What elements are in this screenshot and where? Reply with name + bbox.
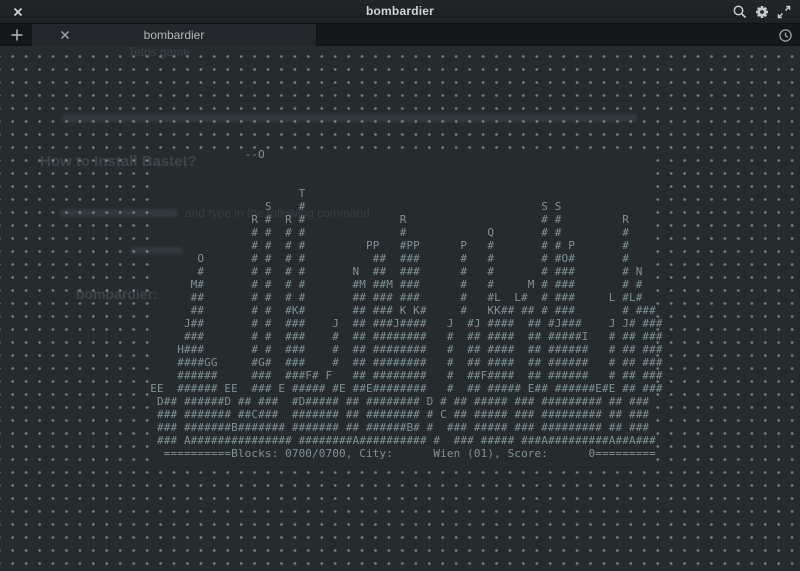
dot-pattern-right — [656, 149, 800, 463]
fullscreen-icon[interactable] — [776, 4, 792, 20]
window-title: bombardier — [0, 4, 800, 18]
tab-bombardier[interactable]: bombardier — [32, 24, 317, 46]
app-window: { "window": { "title": "bombardier" }, "… — [0, 0, 800, 571]
gear-icon[interactable] — [754, 4, 770, 20]
tab-label: bombardier — [32, 28, 316, 42]
terminal-screen[interactable]: Tetris game How to Install Bastet? and t… — [0, 46, 800, 571]
history-icon[interactable] — [778, 28, 793, 43]
game-ascii-screen: --O T S # S S R # R # R # # R # # # # — [130, 148, 663, 460]
search-icon[interactable] — [732, 4, 748, 20]
dot-pattern-top — [0, 46, 800, 149]
titlebar: bombardier — [0, 0, 800, 24]
dot-pattern-bottom — [0, 463, 800, 571]
tabbar: bombardier — [0, 24, 800, 46]
new-tab-button[interactable] — [8, 27, 26, 43]
